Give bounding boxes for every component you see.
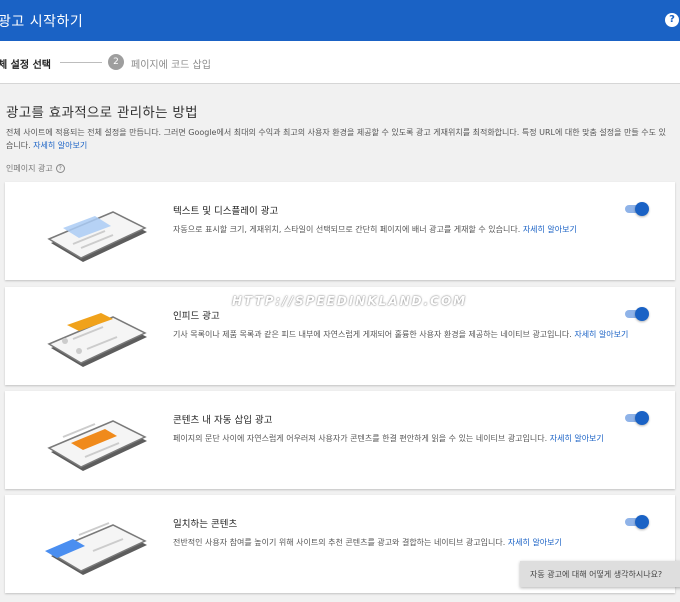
enable-toggle[interactable] bbox=[625, 411, 649, 425]
app-bar: 광고 시작하기 ? bbox=[0, 0, 680, 41]
card-description: 자동으로 표시할 크기, 게재위치, 스타일이 선택되므로 간단히 페이지에 배… bbox=[173, 223, 651, 236]
watermark: HTTP://SPEEDINKLAND.COM bbox=[232, 294, 468, 308]
card-description-text: 페이지의 문단 사이에 자연스럽게 어우러져 사용자가 콘텐츠를 한결 편안하게… bbox=[173, 434, 548, 443]
phone-matched-content-illustration-icon bbox=[45, 522, 147, 575]
section-description: 전체 사이트에 적용되는 전체 설정을 만듭니다. 그러면 Google에서 최… bbox=[6, 126, 671, 152]
page-title: 광고 시작하기 bbox=[0, 14, 84, 30]
card-description-text: 자동으로 표시할 크기, 게재위치, 스타일이 선택되므로 간단히 페이지에 배… bbox=[173, 225, 521, 234]
card-learn-more-link[interactable]: 자세히 알아보기 bbox=[550, 434, 604, 443]
step-2-label[interactable]: 페이지에 코드 삽입 bbox=[131, 56, 211, 71]
card-description: 페이지의 문단 사이에 자연스럽게 어우러져 사용자가 콘텐츠를 한결 편안하게… bbox=[173, 432, 651, 445]
ad-type-card-text-display: 텍스트 및 디스플레이 광고 자동으로 표시할 크기, 게재위치, 스타일이 선… bbox=[5, 182, 675, 280]
ad-type-card-in-article: 콘텐츠 내 자동 삽입 광고 페이지의 문단 사이에 자연스럽게 어우러져 사용… bbox=[5, 391, 675, 489]
step-connector bbox=[60, 62, 102, 63]
card-learn-more-link[interactable]: 자세히 알아보기 bbox=[574, 330, 628, 339]
step-1-label[interactable]: 체 설정 선택 bbox=[0, 56, 51, 71]
phone-inarticle-illustration-icon bbox=[47, 420, 147, 471]
feedback-snackbar[interactable]: 자동 광고에 대해 어떻게 생각하시나요? bbox=[520, 561, 680, 587]
phone-infeed-illustration-icon bbox=[47, 313, 147, 367]
card-title: 텍스트 및 디스플레이 광고 bbox=[173, 206, 279, 217]
toggle-knob bbox=[635, 202, 649, 216]
inpage-ads-label: 인페이지 광고? bbox=[6, 163, 65, 174]
help-icon[interactable]: ? bbox=[665, 13, 679, 27]
card-title: 콘텐츠 내 자동 삽입 광고 bbox=[173, 415, 273, 426]
feedback-label: 자동 광고에 대해 어떻게 생각하시나요? bbox=[530, 570, 663, 579]
card-learn-more-link[interactable]: 자세히 알아보기 bbox=[508, 538, 562, 547]
card-description: 전반적인 사용자 참여를 높이기 위해 사이트의 추천 콘텐츠를 광고와 결합하… bbox=[173, 536, 651, 549]
card-title: 인피드 광고 bbox=[173, 311, 220, 322]
card-description: 기사 목록이나 제품 목록과 같은 피드 내부에 자연스럽게 게재되어 훌륭한 … bbox=[173, 328, 651, 341]
card-description-text: 기사 목록이나 제품 목록과 같은 피드 내부에 자연스럽게 게재되어 훌륭한 … bbox=[173, 330, 572, 339]
stepper: 체 설정 선택 2 페이지에 코드 삽입 bbox=[0, 41, 680, 84]
card-title: 일치하는 콘텐츠 bbox=[173, 519, 238, 530]
toggle-knob bbox=[635, 515, 649, 529]
toggle-knob bbox=[635, 307, 649, 321]
question-icon[interactable]: ? bbox=[55, 164, 65, 173]
inpage-ads-text: 인페이지 광고 bbox=[6, 164, 53, 173]
description-text: 전체 사이트에 적용되는 전체 설정을 만듭니다. 그러면 Google에서 최… bbox=[6, 128, 666, 150]
card-learn-more-link[interactable]: 자세히 알아보기 bbox=[523, 225, 577, 234]
section-heading: 광고를 효과적으로 관리하는 방법 bbox=[6, 105, 198, 121]
phone-banner-illustration-icon bbox=[47, 211, 147, 262]
card-description-text: 전반적인 사용자 참여를 높이기 위해 사이트의 추천 콘텐츠를 광고와 결합하… bbox=[173, 538, 506, 547]
enable-toggle[interactable] bbox=[625, 202, 649, 216]
step-2-number: 2 bbox=[108, 54, 124, 70]
enable-toggle[interactable] bbox=[625, 307, 649, 321]
learn-more-link[interactable]: 자세히 알아보기 bbox=[33, 141, 87, 150]
enable-toggle[interactable] bbox=[625, 515, 649, 529]
toggle-knob bbox=[635, 411, 649, 425]
